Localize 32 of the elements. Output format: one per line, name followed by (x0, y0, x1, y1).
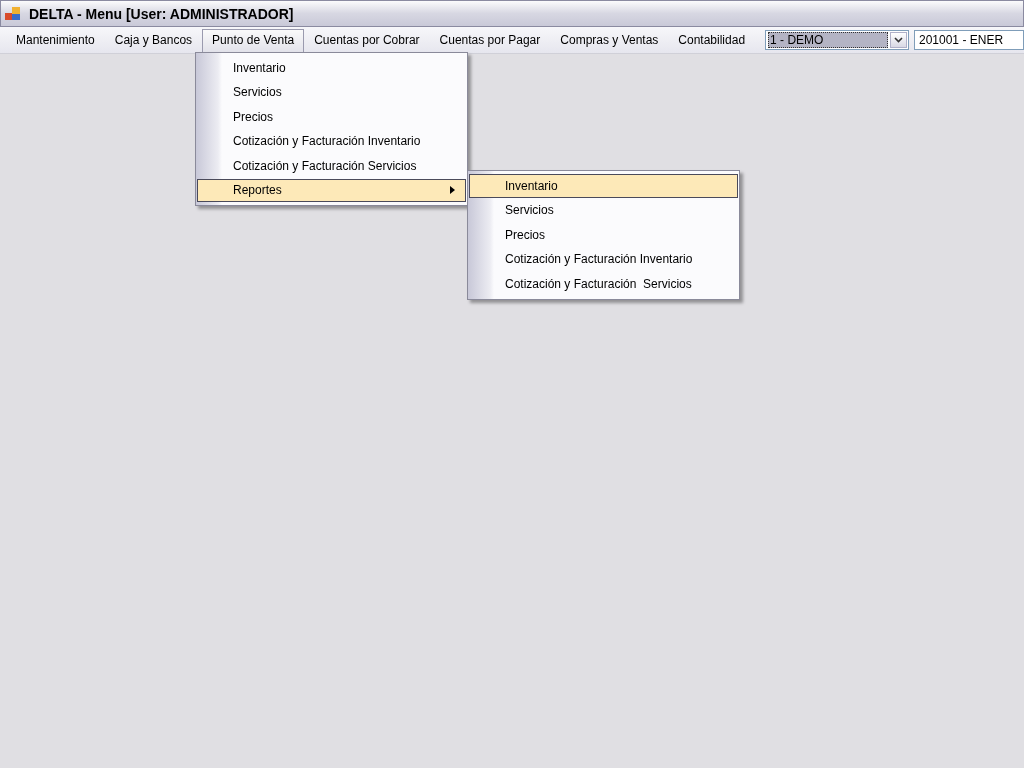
menu-item[interactable]: Mantenimiento (6, 29, 105, 51)
period-field[interactable]: 201001 - ENER (914, 30, 1024, 50)
option-label: Cotización y Facturación Inventario (233, 134, 421, 149)
menu-item[interactable]: Cuentas por Pagar (429, 29, 551, 51)
menu-option[interactable]: Servicios (469, 198, 738, 222)
menu-item[interactable]: Contabilidad (668, 29, 756, 51)
menu-option[interactable]: Precios (197, 105, 466, 129)
menu-option[interactable]: Cotización y Facturación Servicios (197, 154, 466, 178)
option-label: Inventario (233, 60, 286, 75)
menu-item[interactable]: Cuentas por Cobrar (304, 29, 430, 51)
menu-option[interactable]: Servicios (197, 80, 466, 104)
option-label: Precios (233, 109, 273, 124)
menu-option[interactable]: Inventario (197, 56, 466, 80)
menu-option[interactable]: Cotización y Facturación Inventario (469, 247, 738, 271)
chevron-down-icon (894, 37, 903, 43)
menu-option[interactable]: Precios (469, 223, 738, 247)
menu-option[interactable]: Reportes (197, 178, 466, 202)
option-label: Cotización y Facturación Servicios (233, 158, 417, 173)
dropdown-button[interactable] (890, 32, 907, 48)
menu-option[interactable]: Cotización y Facturación Inventario (197, 129, 466, 153)
window-title: DELTA - Menu [User: ADMINISTRADOR] (29, 5, 294, 22)
menu-item[interactable]: Compras y Ventas (550, 29, 669, 51)
company-value: 1 - DEMO (768, 32, 888, 48)
menu-option[interactable]: Cotización y Facturación Servicios (469, 272, 738, 296)
option-label: Servicios (233, 85, 282, 100)
menu-item[interactable]: Punto de Venta (202, 29, 305, 53)
company-dropdown[interactable]: 1 - DEMO (765, 30, 909, 50)
app-icon (5, 6, 21, 21)
menu-option[interactable]: Inventario (469, 174, 738, 198)
option-label: Reportes (233, 183, 282, 198)
submenu-arrow-icon (450, 186, 455, 195)
menu-item[interactable]: Caja y Bancos (104, 29, 203, 51)
